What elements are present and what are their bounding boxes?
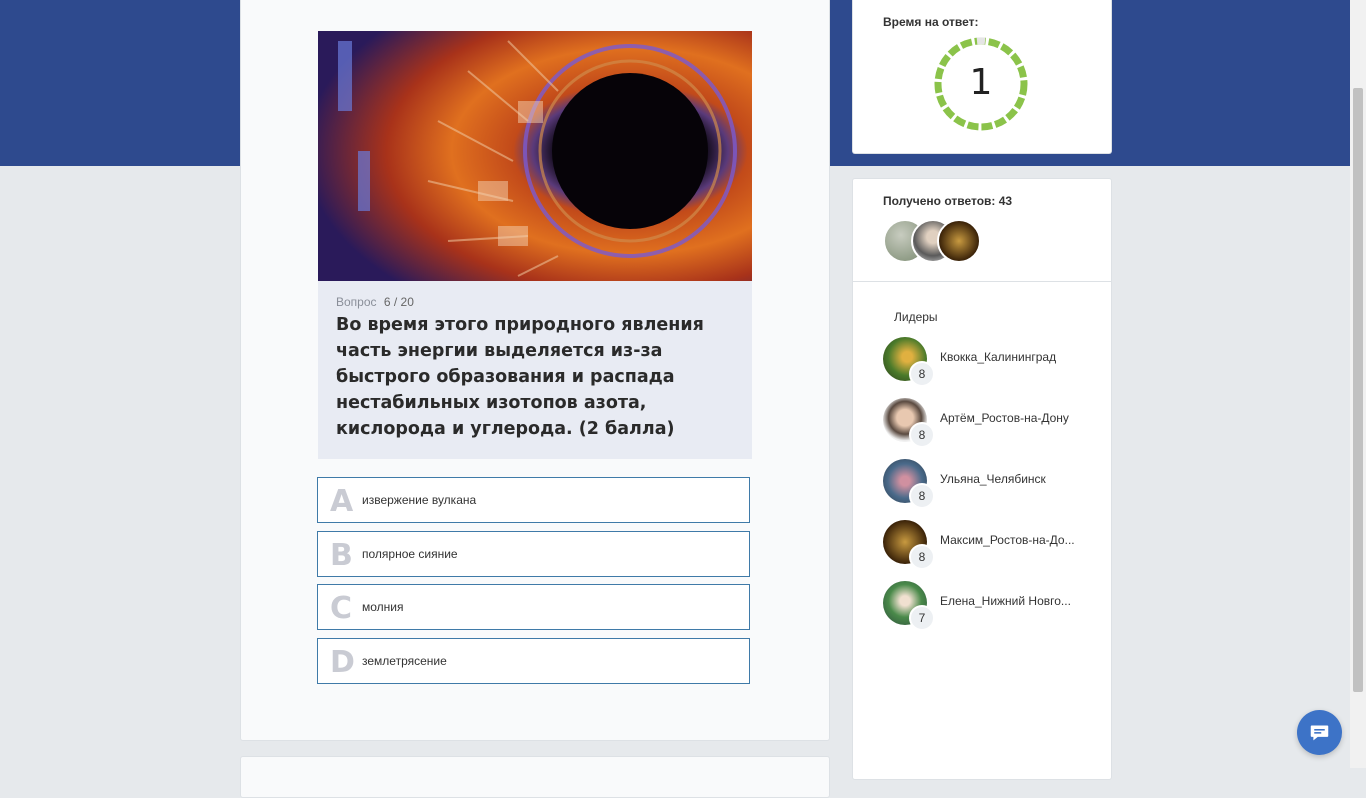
answer-letter: B [330, 538, 353, 573]
timer-value: 1 [969, 62, 993, 103]
leader-name: Максим_Ростов-на-До... [940, 533, 1075, 547]
leader-name: Квокка_Калининград [940, 350, 1057, 364]
chat-bubble-icon [1310, 725, 1329, 741]
page-scrollbar[interactable] [1350, 0, 1366, 768]
question-number: 6 / 20 [383, 295, 414, 309]
question-box: Вопрос 6 / 20 Во время этого природного … [318, 281, 752, 459]
leader-name: Ульяна_Челябинск [940, 472, 1046, 486]
leader-item: 8 Артём_Ростов-на-Дону [883, 398, 1103, 448]
responder-avatars [883, 219, 1083, 265]
scrollbar-thumb[interactable] [1353, 88, 1363, 692]
question-label: Вопрос [336, 295, 377, 309]
leader-item: 8 Квокка_Калининград [883, 337, 1103, 387]
answer-letter: C [330, 591, 353, 626]
answer-option-b[interactable]: B полярное сияние [317, 531, 750, 577]
answer-letter: A [330, 484, 354, 519]
chat-button[interactable] [1297, 710, 1342, 755]
leader-score: 7 [909, 605, 935, 631]
answer-option-d[interactable]: D землетрясение [317, 638, 750, 684]
leader-name: Елена_Нижний Новго... [940, 594, 1071, 608]
question-image [318, 31, 752, 281]
timer-label: Время на ответ: [883, 15, 979, 29]
leader-item: 8 Ульяна_Челябинск [883, 459, 1103, 509]
question-text: Во время этого природного явления часть … [336, 315, 704, 439]
answer-option-c[interactable]: C молния [317, 584, 750, 630]
responses-count: Получено ответов: 43 [883, 194, 1013, 208]
answer-text: землетрясение [362, 654, 447, 668]
timer-card: Время на ответ: 1 [852, 0, 1112, 154]
leader-name: Артём_Ростов-на-Дону [940, 411, 1069, 425]
answer-text: полярное сияние [362, 547, 458, 561]
next-card [240, 756, 830, 798]
answer-letter: D [330, 645, 355, 680]
leader-item: 7 Елена_Нижний Новго... [883, 581, 1103, 631]
answer-option-a[interactable]: A извержение вулкана [317, 477, 750, 523]
leaders-title: Лидеры [894, 310, 938, 324]
divider [853, 281, 1111, 282]
leader-score: 8 [909, 544, 935, 570]
leader-item: 8 Максим_Ростов-на-До... [883, 520, 1103, 570]
leader-score: 8 [909, 483, 935, 509]
avatar [937, 219, 981, 263]
question-meta: Вопрос 6 / 20 [336, 295, 418, 309]
leader-score: 8 [909, 422, 935, 448]
leader-score: 8 [909, 361, 935, 387]
answer-text: извержение вулкана [362, 493, 477, 507]
answer-text: молния [362, 600, 404, 614]
